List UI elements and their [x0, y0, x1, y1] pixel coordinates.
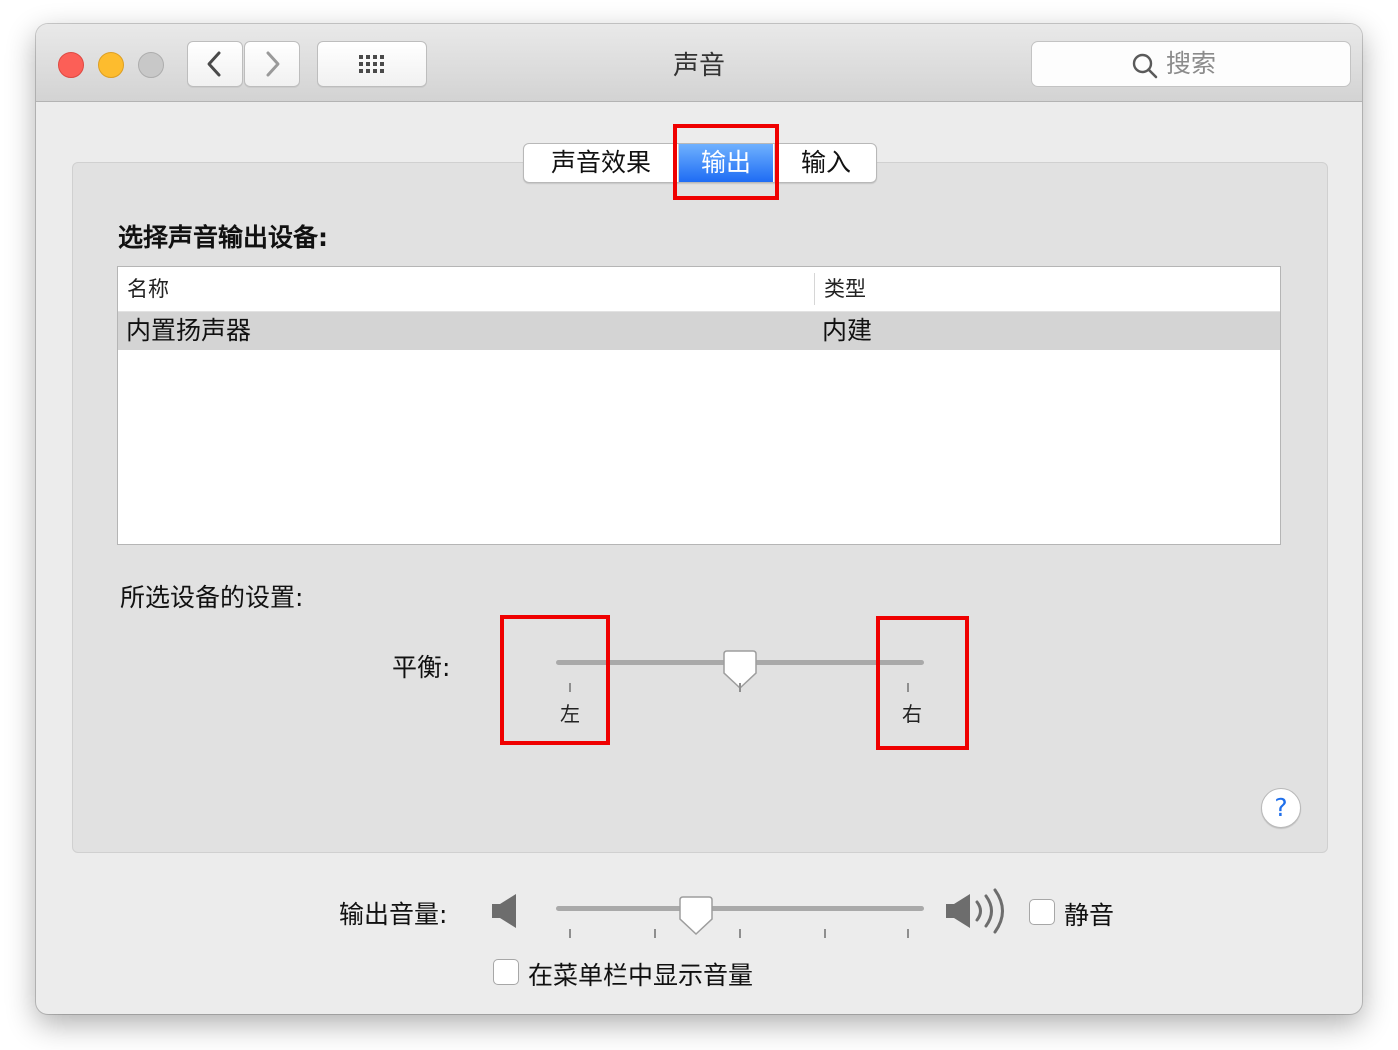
tab-sound-effects[interactable]: 声音效果: [524, 144, 679, 182]
grid-icon: [359, 55, 384, 73]
window-title: 声音: [672, 51, 725, 81]
volume-tick: [569, 929, 571, 938]
speaker-low-icon: [492, 894, 516, 928]
search-icon: [1132, 53, 1158, 79]
selected-device-settings-label: 所选设备的设置:: [120, 583, 304, 612]
tab-input[interactable]: 输入: [774, 144, 877, 182]
table-row[interactable]: 内置扬声器 内建: [118, 312, 1280, 350]
highlight-box-right: [876, 616, 969, 750]
balance-tick-center: [739, 683, 741, 692]
volume-tick: [907, 929, 909, 938]
chevron-left-icon: [207, 51, 221, 77]
volume-slider-track[interactable]: [556, 906, 924, 911]
table-header: 名称 类型: [118, 267, 1280, 312]
back-button[interactable]: [187, 41, 243, 87]
zoom-button[interactable]: [138, 52, 164, 78]
choose-output-device-label: 选择声音输出设备:: [118, 223, 328, 252]
balance-label: 平衡:: [392, 653, 451, 682]
forward-button[interactable]: [244, 41, 300, 87]
show-volume-in-menubar-checkbox[interactable]: [493, 959, 519, 985]
minimize-button[interactable]: [98, 52, 124, 78]
chevron-right-icon: [266, 51, 280, 77]
column-divider: [814, 273, 815, 305]
output-device-table: 名称 类型 内置扬声器 内建: [117, 266, 1281, 545]
title-bar: 声音 搜索: [36, 24, 1362, 102]
column-header-type[interactable]: 类型: [824, 267, 866, 311]
sound-preferences-window: 声音 搜索 声音效果 输出 输入 选择声音输出设备: 名称 类型 内置扬声器 内…: [36, 24, 1362, 1014]
volume-slider-thumb[interactable]: [679, 896, 713, 936]
mute-label: 静音: [1064, 901, 1115, 930]
highlight-box-left: [500, 615, 610, 745]
highlight-box-output-tab: [673, 124, 779, 200]
speaker-high-icon: [946, 888, 1004, 934]
help-button[interactable]: ?: [1261, 788, 1301, 828]
mute-checkbox[interactable]: [1029, 899, 1055, 925]
volume-tick: [824, 929, 826, 938]
show-volume-in-menubar-label: 在菜单栏中显示音量: [528, 961, 754, 990]
device-name-cell: 内置扬声器: [126, 316, 252, 345]
column-header-name[interactable]: 名称: [127, 267, 169, 311]
device-type-cell: 内建: [822, 316, 873, 345]
close-button[interactable]: [58, 52, 84, 78]
output-volume-label: 输出音量:: [339, 900, 448, 929]
volume-tick: [654, 929, 656, 938]
volume-tick: [739, 929, 741, 938]
search-placeholder: 搜索: [1166, 49, 1217, 78]
show-all-button[interactable]: [317, 41, 427, 87]
search-field[interactable]: 搜索: [1031, 41, 1351, 87]
